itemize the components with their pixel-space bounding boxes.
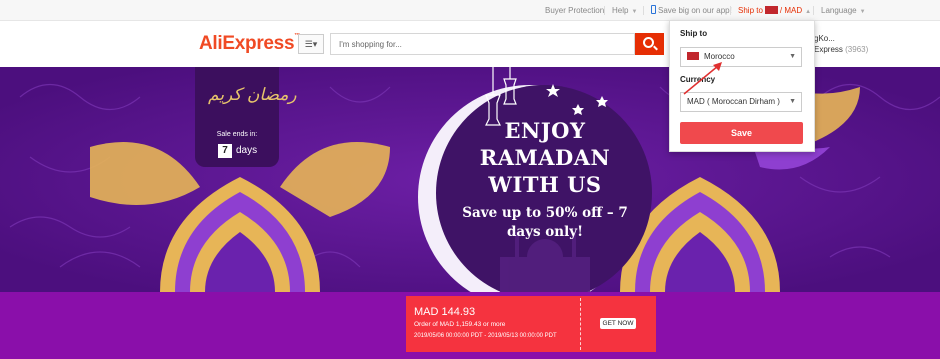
help-label: Help (612, 6, 629, 15)
logo-text: AliExpress (199, 33, 295, 54)
search-input[interactable] (330, 33, 635, 55)
language-label: Language (821, 6, 857, 15)
app-promo-label: Save big on our app! (658, 6, 732, 15)
help-menu[interactable]: Help ▼ (612, 0, 637, 21)
language-menu[interactable]: Language ▼ (821, 0, 866, 21)
save-button[interactable]: Save (680, 122, 803, 144)
divider (643, 6, 644, 15)
divider (730, 6, 731, 15)
days-label: days (236, 145, 258, 156)
account-count: (3963) (845, 45, 869, 54)
app-promo-link[interactable]: Save big on our app! (651, 0, 732, 21)
phone-icon (651, 5, 656, 14)
chevron-down-icon: ▲ (805, 9, 812, 15)
coupon-divider (580, 298, 581, 350)
chevron-down-icon: ▼ (789, 98, 796, 105)
banner-headline: ENJOY RAMADAN WITH US (479, 118, 611, 197)
divider (813, 6, 814, 15)
chevron-down-icon: ▼ (631, 9, 638, 15)
category-menu-button[interactable]: ☰▾ (298, 34, 324, 54)
banner-subline: Save up to 50% off – 7 days only! (462, 205, 628, 240)
currency-value: MAD ( Moroccan Dirham ) (687, 97, 780, 106)
divider (604, 6, 605, 15)
top-utility-bar: Buyer Protection Help ▼ Save big on our a… (0, 0, 940, 21)
account-menu[interactable]: Express (3963) (814, 45, 868, 54)
arrow-annotation (683, 62, 722, 95)
ship-to-menu[interactable]: Ship to / MAD ▲ (738, 0, 811, 21)
buyer-protection-link[interactable]: Buyer Protection (545, 0, 604, 21)
days-count: 7 (218, 144, 232, 158)
coupon-amount: MAD 144.93 (414, 306, 476, 318)
get-now-button[interactable]: GET NOW (600, 318, 636, 329)
aliexpress-logo[interactable]: AliExpress™ (199, 33, 300, 55)
chevron-down-icon: ▼ (789, 53, 796, 60)
ramadan-calligraphy: رمضان كريم (208, 85, 297, 105)
coupon-min-order: Order of MAD 1,159.43 or more (414, 321, 506, 328)
morocco-flag-icon (764, 6, 778, 14)
coupon-validity: 2019/05/06 00:00:00 PDT - 2019/05/13 00:… (414, 333, 557, 339)
account-label: Express (814, 45, 843, 54)
chevron-down-icon: ▼ (859, 9, 866, 15)
ship-to-heading: Ship to (680, 29, 708, 38)
sale-ends-label: Sale ends in: (216, 131, 258, 138)
category-menu-icon: ☰▾ (304, 39, 318, 49)
ship-to-label: Ship to (738, 6, 763, 15)
search-button[interactable] (635, 33, 664, 55)
currency-label: / MAD (779, 6, 803, 15)
account-greeting[interactable]: gKo... (814, 34, 835, 43)
